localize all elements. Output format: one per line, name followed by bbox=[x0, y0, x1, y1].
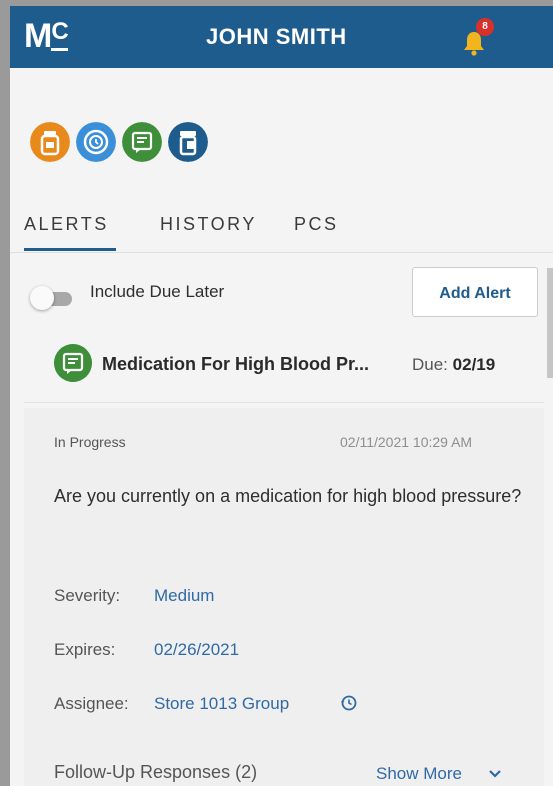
alert-header[interactable]: Medication For High Blood Pr... Due: 02/… bbox=[10, 336, 553, 400]
notification-count-badge: 8 bbox=[476, 18, 494, 36]
alert-divider bbox=[24, 402, 544, 403]
chevron-down-icon[interactable] bbox=[488, 768, 502, 780]
clock-icon[interactable] bbox=[76, 122, 116, 162]
alert-status: In Progress bbox=[54, 434, 126, 450]
show-more-link[interactable]: Show More bbox=[376, 764, 462, 784]
tabs-divider bbox=[10, 252, 553, 253]
alert-title: Medication For High Blood Pr... bbox=[102, 354, 370, 374]
severity-value: Medium bbox=[154, 586, 215, 605]
alert-due-date: Due: 02/19 bbox=[412, 355, 495, 375]
app-logo[interactable]: MC bbox=[24, 17, 69, 55]
follow-up-responses-label: Follow-Up Responses (2) bbox=[54, 762, 258, 782]
include-due-later-label: Include Due Later bbox=[90, 282, 225, 301]
include-due-later-toggle[interactable] bbox=[30, 284, 76, 312]
tab-history[interactable]: HISTORY bbox=[160, 214, 257, 235]
logo-letter-m: M bbox=[24, 17, 52, 55]
header-bar: MC JOHN SMITH 8 bbox=[10, 6, 553, 68]
severity-label: Severity: bbox=[54, 586, 121, 605]
logo-letter-c: C bbox=[51, 20, 69, 51]
toggle-knob bbox=[30, 286, 54, 310]
app-window: MC JOHN SMITH 8 ALERTS HISTORY PCS Inclu… bbox=[10, 6, 553, 786]
expires-label: Expires: bbox=[54, 640, 116, 659]
history-icon[interactable] bbox=[340, 694, 358, 712]
assignee-label: Assignee: bbox=[54, 694, 129, 713]
due-value: 02/19 bbox=[452, 355, 496, 374]
add-alert-button[interactable]: Add Alert bbox=[412, 267, 538, 317]
tab-bar: ALERTS HISTORY PCS bbox=[10, 196, 553, 256]
pill-bottle-icon[interactable] bbox=[168, 122, 208, 162]
clipboard-icon bbox=[54, 344, 92, 382]
tab-alerts[interactable]: ALERTS bbox=[24, 214, 109, 235]
clipboard-icon[interactable] bbox=[122, 122, 162, 162]
alert-timestamp: 02/11/2021 10:29 AM bbox=[340, 434, 473, 450]
active-tab-indicator bbox=[24, 248, 116, 251]
tab-pcs[interactable]: PCS bbox=[294, 214, 339, 235]
expires-value: 02/26/2021 bbox=[154, 640, 240, 659]
due-label: Due: bbox=[412, 355, 448, 374]
alert-question: Are you currently on a medication for hi… bbox=[54, 486, 522, 506]
patient-name: JOHN SMITH bbox=[206, 24, 347, 49]
assignee-value[interactable]: Store 1013 Group bbox=[154, 694, 289, 714]
medication-bottle-icon[interactable] bbox=[30, 122, 70, 162]
